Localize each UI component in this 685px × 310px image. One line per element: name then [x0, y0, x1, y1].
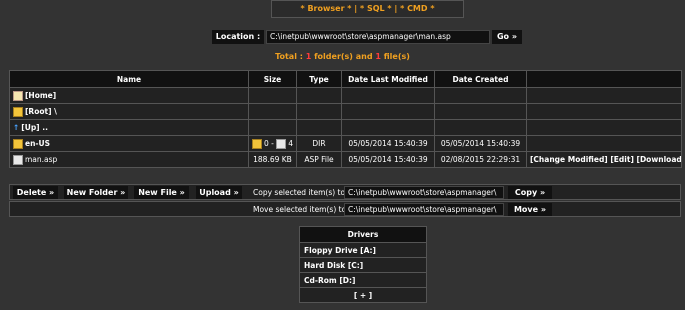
move-label: Move selected item(s) to : [253, 205, 352, 214]
cmd-link[interactable]: * CMD * [400, 4, 434, 13]
location-label: Location : [212, 30, 264, 44]
move-bar: Move selected item(s) to : C:\inetpub\ww… [9, 201, 681, 217]
up-label: [Up] .. [21, 122, 48, 132]
copy-label: Copy selected item(s) to : [253, 188, 350, 197]
change-modified-link[interactable]: [Change Modified] [530, 155, 608, 164]
file-icon [276, 138, 287, 149]
size-separator: - [268, 138, 277, 148]
folder-created: 05/05/2014 15:40:39 [434, 135, 527, 152]
up-arrow-icon: ↑ [13, 123, 20, 133]
file-actions: [Change Modified] [Edit] [Download] [526, 151, 682, 168]
folder-icon [13, 106, 23, 117]
folder-actions [526, 135, 682, 152]
download-link[interactable]: [Download] [637, 155, 681, 164]
go-button[interactable]: Go » [492, 30, 522, 44]
total-summary: Total : 1 folder(s) and 1 file(s) [0, 52, 685, 61]
col-size-header: Size [248, 70, 297, 88]
drivers-panel: Drivers Floppy Drive [A:] Hard Disk [C:]… [299, 226, 427, 303]
upload-button[interactable]: Upload » [196, 186, 242, 199]
file-icon [13, 154, 23, 165]
folder-modified: 05/05/2014 15:40:39 [341, 135, 435, 152]
up-link[interactable]: ↑ [Up] .. [9, 119, 249, 136]
location-input[interactable]: C:\inetpub\wwwroot\store\aspmanager\man.… [266, 30, 490, 44]
total-prefix: Total : [275, 52, 306, 61]
nav-separator: | [391, 4, 401, 13]
copy-button[interactable]: Copy » [508, 186, 552, 199]
new-file-button[interactable]: New File » [134, 186, 189, 199]
table-row[interactable]: [Home] [9, 87, 682, 104]
col-modified-header: Date Last Modified [341, 70, 435, 88]
move-button[interactable]: Move » [508, 203, 552, 216]
folder-name[interactable]: en-US [9, 135, 249, 152]
home-link[interactable]: [Home] [9, 87, 249, 104]
home-icon [13, 90, 23, 101]
edit-link[interactable]: [Edit] [610, 155, 634, 164]
file-name[interactable]: man.asp [9, 151, 249, 168]
file-name-label: man.asp [25, 154, 58, 164]
drive-hard-disk[interactable]: Hard Disk [C:] [299, 257, 427, 273]
subfile-count: 4 [288, 138, 294, 148]
move-destination-input[interactable]: C:\inetpub\wwwroot\store\aspmanager\ [344, 203, 504, 216]
copy-destination-input[interactable]: C:\inetpub\wwwroot\store\aspmanager\ [344, 186, 504, 199]
nav-separator: | [351, 4, 360, 13]
col-actions-header [526, 70, 682, 88]
col-name-header: Name [9, 70, 249, 88]
file-modified: 05/05/2014 15:40:39 [341, 151, 435, 168]
file-type: ASP File [296, 151, 342, 168]
total-suffix: file(s) [380, 52, 410, 61]
col-type-header: Type [296, 70, 342, 88]
sql-link[interactable]: * SQL * [360, 4, 392, 13]
folder-name-label: en-US [25, 138, 51, 148]
drive-cdrom[interactable]: Cd-Rom [D:] [299, 272, 427, 288]
new-folder-button[interactable]: New Folder » [64, 186, 128, 199]
root-label: [Root] \ [25, 106, 57, 116]
file-created: 02/08/2015 22:29:31 [434, 151, 527, 168]
browser-link[interactable]: * Browser * [300, 4, 351, 13]
table-row[interactable]: [Root] \ [9, 103, 682, 120]
home-label: [Home] [25, 90, 57, 100]
table-row[interactable]: ↑ [Up] .. [9, 119, 682, 136]
delete-button[interactable]: Delete » [13, 186, 58, 199]
folder-icon [252, 138, 262, 149]
file-size: 188.69 KB [248, 151, 297, 168]
total-mid: folder(s) and [311, 52, 376, 61]
add-drive-button[interactable]: [ + ] [299, 287, 427, 303]
operations-bar: Delete » New Folder » New File » Upload … [9, 184, 681, 200]
folder-size: 0 - 4 [248, 135, 297, 152]
table-row[interactable]: man.asp 188.69 KB ASP File 05/05/2014 15… [9, 151, 682, 168]
top-navigation: * Browser * | * SQL * | * CMD * [271, 0, 464, 18]
table-row[interactable]: en-US 0 - 4 DIR 05/05/2014 15:40:39 05/0… [9, 135, 682, 152]
table-header-row: Name Size Type Date Last Modified Date C… [9, 70, 682, 88]
root-link[interactable]: [Root] \ [9, 103, 249, 120]
folder-icon [13, 138, 23, 149]
drivers-title: Drivers [299, 226, 427, 243]
drive-floppy[interactable]: Floppy Drive [A:] [299, 242, 427, 258]
col-created-header: Date Created [434, 70, 527, 88]
file-table: Name Size Type Date Last Modified Date C… [9, 70, 682, 168]
folder-type: DIR [296, 135, 342, 152]
